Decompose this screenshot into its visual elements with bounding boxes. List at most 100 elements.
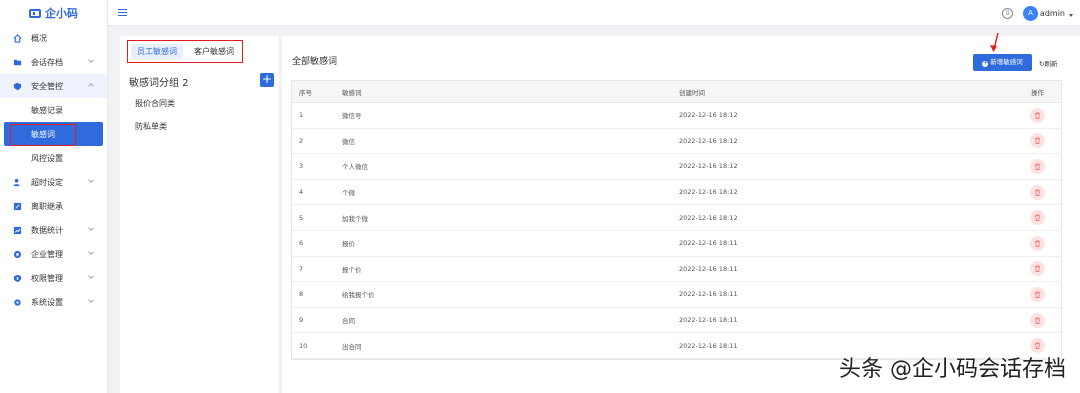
sidebar-item-enterprise[interactable]: 企业管理 [0,242,107,266]
shield-icon [13,82,22,91]
trash-icon [1034,163,1041,170]
delete-button[interactable] [1030,210,1045,226]
chevron-down-icon [88,249,94,255]
cell-op [1014,235,1061,251]
table-row: 9 合同 2022-12-16 18:11 [292,308,1061,334]
tab-customer-words[interactable]: 客户敏感词 [188,44,240,59]
sensitive-words-table: 序号 敏感词 创建时间 操作 1 微信号 2022-12-16 18:12 2 微信 20… [291,80,1062,360]
building-icon [13,250,22,259]
cell-word: 个人微信 [342,163,368,172]
cell-created: 2022-12-16 18:11 [679,239,738,248]
chevron-up-icon [88,83,94,89]
cell-word: 个微 [342,189,355,198]
cell-word: 微信号 [342,112,362,121]
cloud-download-icon[interactable]: ⇩ [1002,8,1013,19]
handover-icon [13,202,22,211]
tab-employee-words[interactable]: 员工敏感词 [131,44,183,59]
username[interactable]: admin [1040,9,1065,18]
logo-icon [29,8,41,18]
cell-created: 2022-12-16 18:11 [679,264,738,273]
sidebar-item-permissions[interactable]: 权限管理 [0,266,107,290]
sidebar-subitem-label: 敏感记录 [31,105,63,115]
cell-index: 7 [299,264,304,273]
delete-button[interactable] [1030,312,1045,328]
group-item-anti-private[interactable]: 防私单类 [135,121,167,132]
sidebar-item-chat-archive[interactable]: 会话存档 [0,50,107,74]
trash-icon [1034,189,1041,196]
group-title: 敏感词分组 2 [129,78,189,89]
sidebar-item-label: 超时设定 [31,177,63,187]
app-logo[interactable]: 企小码 [0,0,107,26]
trash-icon [1034,137,1041,145]
sidebar-item-timeout[interactable]: 超时设定 [0,170,107,194]
trash-icon [1034,317,1041,324]
cell-index: 2 [299,136,304,145]
cell-created: 2022-12-16 18:11 [679,341,738,350]
highlight-box [10,124,76,146]
table-row: 3 个人微信 2022-12-16 18:12 [292,154,1061,180]
group-item-quote-contract[interactable]: 报价合同类 [135,98,175,109]
add-sensitive-word-button[interactable]: + 新增敏感词 [973,54,1032,71]
cell-created: 2022-12-16 18:12 [679,162,738,171]
chevron-down-icon [88,57,94,63]
delete-button[interactable] [1030,235,1045,251]
cell-created: 2022-12-16 18:11 [679,316,738,325]
avatar[interactable]: A [1023,6,1038,21]
arrow-annotation-icon [990,32,999,52]
trash-icon [1034,112,1041,119]
table-row: 6 报价 2022-12-16 18:11 [292,231,1061,257]
cell-created: 2022-12-16 18:12 [679,111,738,120]
sidebar-item-overview[interactable]: 概况 [0,26,107,50]
lock-icon [13,274,22,283]
add-group-button[interactable]: + [260,73,274,87]
cell-word: 报个价 [342,265,362,274]
trash-icon [1034,291,1041,298]
cell-op [1014,261,1061,277]
sidebar-subitem-sensitive-records[interactable]: 敏感记录 [0,98,107,122]
cell-created: 2022-12-16 18:12 [679,188,738,197]
sidebar-item-security[interactable]: 安全管控 [0,74,107,98]
delete-button[interactable] [1030,107,1045,123]
sidebar-item-statistics[interactable]: 数据统计 [0,218,107,242]
column-header-created: 创建时间 [679,88,705,97]
cell-index: 1 [299,111,304,120]
cell-word: 微信 [342,137,355,146]
trash-icon [1034,265,1041,273]
refresh-button[interactable]: ↻刷新 [1039,58,1057,68]
sidebar-item-label: 数据统计 [31,225,63,235]
group-panel: 员工敏感词 客户敏感词 敏感词分组 2 + 报价合同类 防私单类 [120,36,279,393]
menu-collapse-icon[interactable] [118,9,127,17]
table-body: 1 微信号 2022-12-16 18:12 2 微信 2022-12-16 18:12 3… [292,103,1061,359]
delete-button[interactable] [1030,286,1045,302]
delete-button[interactable] [1030,158,1045,174]
caret-down-icon[interactable] [1069,14,1073,17]
add-sensitive-word-label: 新增敏感词 [990,58,1023,66]
trash-icon [1034,214,1041,222]
delete-button[interactable] [1030,184,1045,200]
cell-word: 报价 [342,240,355,249]
chevron-down-icon [88,225,94,231]
sidebar-subitem-label: 风控设置 [31,153,63,163]
cell-op [1014,133,1061,149]
cell-op [1014,312,1061,328]
cell-op [1014,158,1061,174]
sidebar-item-label: 会话存档 [31,57,63,67]
sidebar-item-label: 离职继承 [31,201,63,211]
sidebar-item-system-settings[interactable]: 系统设置 [0,290,107,314]
cell-index: 4 [299,188,304,197]
cell-op [1014,107,1061,123]
sidebar-subitem-risk-settings[interactable]: 风控设置 [0,146,107,170]
sidebar-item-resign-inherit[interactable]: 离职继承 [0,194,107,218]
delete-button[interactable] [1030,261,1045,277]
sidebar-item-label: 概况 [31,33,47,43]
table-row: 2 微信 2022-12-16 18:12 [292,129,1061,155]
cell-index: 5 [299,213,304,222]
cell-word: 合同 [342,317,355,326]
home-icon [13,33,22,43]
table-row: 5 加我个微 2022-12-16 18:12 [292,205,1061,231]
column-header-index: 序号 [299,88,312,97]
cell-index: 10 [299,341,308,350]
delete-button[interactable] [1030,133,1045,149]
sidebar-item-label: 企业管理 [31,249,63,259]
cell-index: 8 [299,290,304,299]
